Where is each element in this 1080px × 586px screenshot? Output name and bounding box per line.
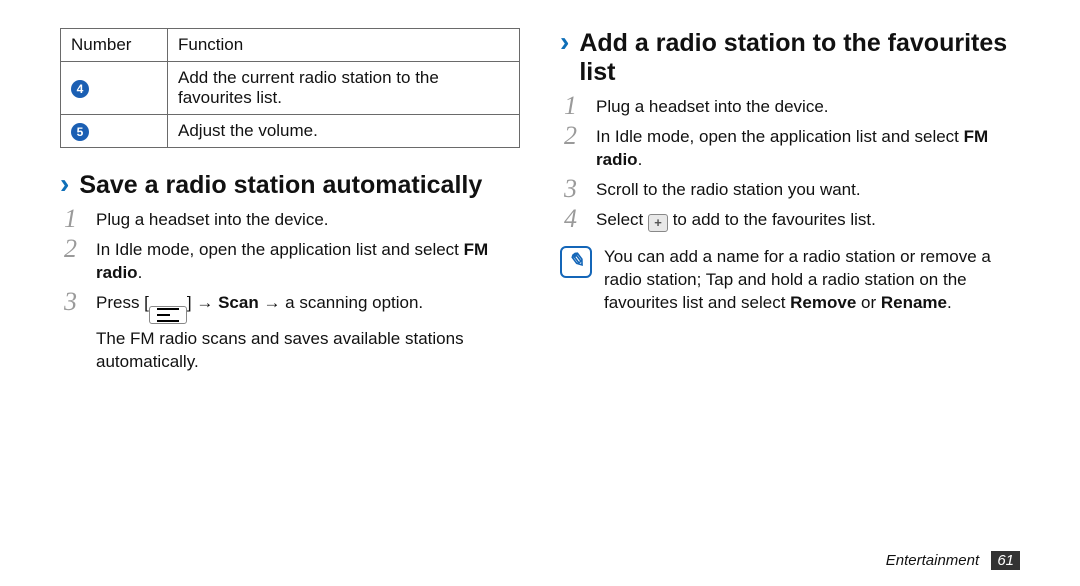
step-result: The FM radio scans and saves available s… (96, 328, 520, 374)
step-number: 3 (64, 289, 84, 315)
section-heading-save: › Save a radio station automatically (60, 170, 520, 200)
step-number: 2 (64, 236, 84, 262)
list-item: 2 In Idle mode, open the application lis… (564, 123, 1020, 172)
header-function: Function (168, 29, 520, 62)
table-row: 5 Adjust the volume. (61, 115, 520, 148)
steps-save: 1 Plug a headset into the device. 2 In I… (60, 206, 520, 374)
note-block: ✎ You can add a name for a radio station… (560, 246, 1020, 315)
list-item: 2 In Idle mode, open the application lis… (64, 236, 520, 285)
function-table: Number Function 4 Add the current radio … (60, 28, 520, 148)
step-number: 2 (564, 123, 584, 149)
step-number: 1 (64, 206, 84, 232)
step-text: Plug a headset into the device. (596, 93, 829, 119)
table-header-row: Number Function (61, 29, 520, 62)
step-text: Select + to add to the favourites list. (596, 206, 876, 232)
menu-option: Rename (881, 293, 947, 312)
step-number: 4 (564, 206, 584, 232)
page-footer: Entertainment 61 (886, 551, 1020, 570)
note-icon: ✎ (560, 246, 592, 278)
section-title: Save a radio station automatically (79, 171, 482, 200)
text-fragment: Press [ (96, 293, 149, 312)
chevron-right-icon: › (560, 28, 569, 56)
text-fragment: Select (596, 210, 648, 229)
list-item: 4 Select + to add to the favourites list… (564, 206, 1020, 232)
table-row: 4 Add the current radio station to the f… (61, 62, 520, 115)
right-column: › Add a radio station to the favourites … (560, 28, 1020, 586)
section-heading-add: › Add a radio station to the favourites … (560, 28, 1020, 87)
step-text: Press [ ] → Scan → a scanning option. The… (96, 289, 520, 374)
menu-option: Scan (218, 293, 259, 312)
row-number-cell: 4 (61, 62, 168, 115)
menu-option: Remove (790, 293, 856, 312)
step-number: 3 (564, 176, 584, 202)
step-text: In Idle mode, open the application list … (96, 236, 520, 285)
page-number: 61 (991, 551, 1020, 570)
step-text: Plug a headset into the device. (96, 206, 329, 232)
list-item: 3 Scroll to the radio station you want. (564, 176, 1020, 202)
text-fragment: to add to the favourites list. (668, 210, 876, 229)
steps-add: 1 Plug a headset into the device. 2 In I… (560, 93, 1020, 232)
text-fragment: In Idle mode, open the application list … (596, 127, 964, 146)
add-favourite-icon: + (648, 214, 668, 232)
chapter-name: Entertainment (886, 552, 979, 569)
number-badge-icon: 4 (71, 80, 89, 98)
hamburger-icon (154, 306, 182, 324)
step-number: 1 (564, 93, 584, 119)
step-text: Scroll to the radio station you want. (596, 176, 861, 202)
text-fragment: . (138, 263, 143, 282)
left-column: Number Function 4 Add the current radio … (60, 28, 520, 586)
chevron-right-icon: › (60, 170, 69, 198)
list-item: 3 Press [ ] → Scan → a scanning option. T… (64, 289, 520, 374)
text-fragment: . (638, 150, 643, 169)
text-fragment: or (856, 293, 881, 312)
list-item: 1 Plug a headset into the device. (64, 206, 520, 232)
row-function-cell: Add the current radio station to the fav… (168, 62, 520, 115)
text-fragment: . (947, 293, 952, 312)
text-fragment: ] → (187, 293, 218, 312)
text-fragment: In Idle mode, open the application list … (96, 240, 464, 259)
row-function-cell: Adjust the volume. (168, 115, 520, 148)
list-item: 1 Plug a headset into the device. (564, 93, 1020, 119)
manual-page: Number Function 4 Add the current radio … (0, 0, 1080, 586)
section-title: Add a radio station to the favourites li… (579, 29, 1020, 87)
note-text: You can add a name for a radio station o… (604, 246, 1020, 315)
text-fragment: → a scanning option. (259, 293, 423, 312)
menu-key-icon (149, 306, 187, 324)
header-number: Number (61, 29, 168, 62)
row-number-cell: 5 (61, 115, 168, 148)
number-badge-icon: 5 (71, 123, 89, 141)
step-text: In Idle mode, open the application list … (596, 123, 1020, 172)
